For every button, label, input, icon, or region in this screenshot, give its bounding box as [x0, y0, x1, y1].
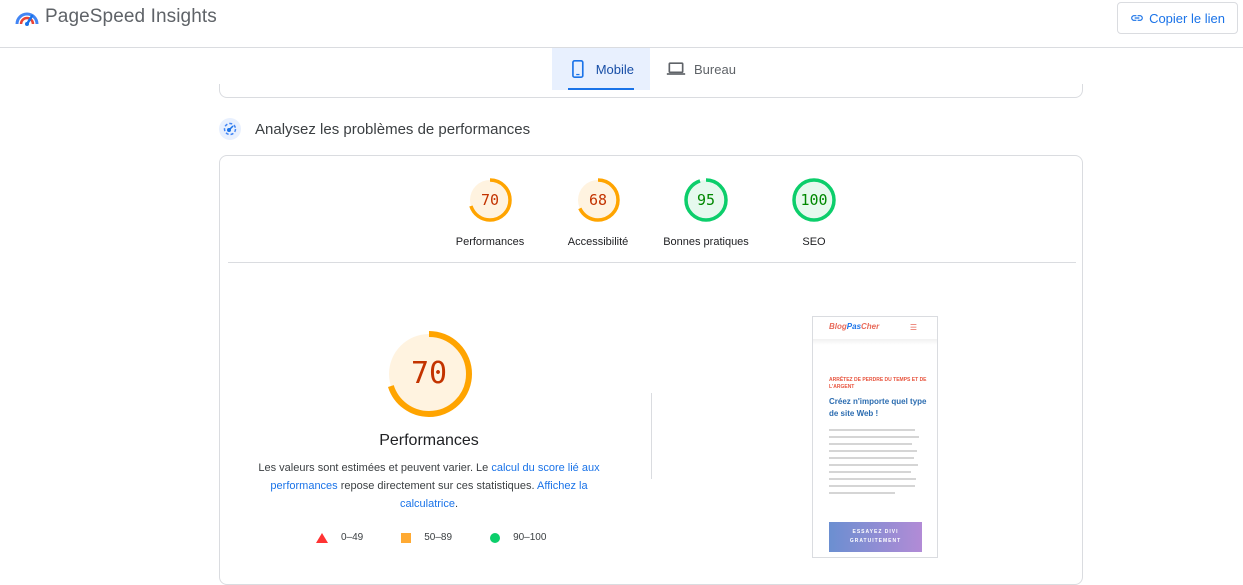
gauge-seo[interactable]: 100 SEO [754, 178, 874, 248]
legend-range: 90–100 [513, 532, 547, 543]
previous-card-edge [219, 84, 1083, 98]
laptop-icon [666, 62, 686, 75]
square-icon [401, 532, 412, 543]
main-score-gauge: 70 [386, 331, 472, 417]
gauge-label: SEO [802, 236, 826, 248]
smartphone-icon [572, 59, 584, 79]
pagespeed-logo-icon[interactable] [14, 6, 40, 28]
link-icon [1131, 15, 1143, 21]
legend-pass: 90–100 [490, 532, 546, 543]
preview-body-text [829, 429, 923, 499]
preview-header-shadow [813, 339, 937, 345]
main-score-label: Performances [379, 432, 479, 449]
main-score-value: 70 [410, 356, 448, 391]
gauge-performances[interactable]: 70 Performances [430, 178, 550, 248]
gauge-label: Bonnes pratiques [663, 236, 749, 248]
page-screenshot-preview: BlogPasCher ☰ ARRÊTEZ DE PERDRE DU TEMPS… [812, 316, 938, 558]
gauge-value: 68 [588, 191, 608, 209]
preview-brand-part: Pas [846, 322, 862, 331]
copy-link-label: Copier le lien [1149, 10, 1225, 26]
vertical-separator [651, 393, 652, 479]
report-card: 70 Performances 68 Accessibilité 95 Bonn… [219, 155, 1083, 585]
preview-brand-part: Cher [861, 322, 880, 331]
preview-brand: BlogPasCher [829, 322, 879, 331]
section-header: Analysez les problèmes de performances [219, 118, 530, 140]
tab-bureau-label: Bureau [694, 61, 736, 77]
app-title[interactable]: PageSpeed Insights [45, 6, 217, 28]
description-text: repose directement sur ces statistiques. [337, 480, 538, 492]
gauge-ring: 95 [684, 178, 728, 222]
triangle-icon [316, 532, 328, 543]
gauge-ring: 100 [792, 178, 836, 222]
gauge-accessibilite[interactable]: 68 Accessibilité [538, 178, 658, 248]
legend-fail: 0–49 [316, 532, 363, 543]
description-text: Les valeurs sont estimées et peuvent var… [258, 462, 492, 474]
copy-link-button[interactable]: Copier le lien [1117, 2, 1238, 34]
divider [228, 262, 1076, 263]
lighthouse-icon [219, 118, 241, 140]
tab-mobile-label: Mobile [595, 61, 634, 77]
gauge-bonnes-pratiques[interactable]: 95 Bonnes pratiques [646, 178, 766, 248]
legend-average: 50–89 [401, 532, 452, 543]
preview-cta-button: ESSAYEZ DIVI GRATUITEMENT [829, 522, 922, 552]
top-bar: PageSpeed Insights Copier le lien [0, 0, 1243, 48]
description-text: . [454, 498, 459, 510]
gauge-value: 70 [480, 191, 500, 209]
legend-range: 0–49 [341, 532, 364, 543]
score-description: Les valeurs sont estimées et peuvent var… [254, 459, 604, 513]
preview-headline: Créez n'importe quel type de site Web ! [829, 397, 927, 418]
hamburger-menu-icon: ☰ [909, 323, 917, 332]
score-gauges: 70 Performances 68 Accessibilité 95 Bonn… [220, 178, 1084, 258]
preview-kicker: ARRÊTEZ DE PERDRE DU TEMPS ET DE L'ARGEN… [829, 377, 927, 390]
circle-icon [490, 532, 501, 543]
gauge-label: Accessibilité [567, 236, 629, 248]
preview-brand-part: Blog [829, 322, 847, 331]
legend-range: 50–89 [424, 532, 453, 543]
section-title: Analysez les problèmes de performances [255, 120, 531, 138]
gauge-value: 95 [696, 191, 716, 209]
gauge-value: 100 [800, 191, 828, 209]
gauge-ring: 70 [468, 178, 512, 222]
gauge-label: Performances [455, 236, 525, 248]
gauge-ring: 68 [576, 178, 620, 222]
score-legend: 0–49 50–89 90–100 [316, 532, 584, 543]
